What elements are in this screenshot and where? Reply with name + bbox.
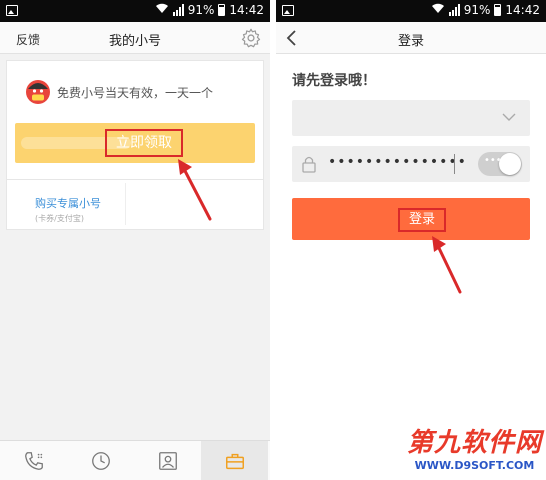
page-title: 登录 (397, 34, 424, 49)
battery-percent: 91% (187, 3, 215, 17)
show-password-toggle[interactable]: ••• (478, 152, 522, 176)
battery-icon (218, 4, 226, 16)
tab-toolbox[interactable] (201, 441, 268, 480)
image-icon (6, 5, 18, 16)
divider (125, 183, 126, 225)
tab-calls[interactable] (0, 441, 67, 480)
title-bar: 反馈 我的小号 (0, 22, 270, 54)
call-icon (24, 452, 43, 470)
password-mask: ••••••••••••••• (328, 154, 467, 170)
signal-icon (172, 4, 184, 16)
page-title: 我的小号 (108, 34, 161, 49)
mascot-avatar-icon (26, 80, 50, 104)
watermark-title: 第九软件网 (406, 428, 542, 458)
gear-icon[interactable] (240, 27, 262, 49)
chevron-down-icon (502, 113, 516, 121)
wifi-icon (431, 3, 445, 17)
status-bar: 91% 14:42 (0, 0, 270, 22)
my-numbers-screen: 91% 14:42 反馈 我的小号 免费小号当天有效，一天一个 立即领取 购买专… (0, 0, 270, 480)
battery-percent: 91% (463, 3, 491, 17)
toolbox-icon (225, 453, 244, 470)
lock-icon (302, 156, 316, 173)
clock-time: 14:42 (229, 3, 264, 17)
free-number-card: 免费小号当天有效，一天一个 立即领取 购买专属小号 (卡券/支付宝) (6, 60, 264, 230)
image-icon (282, 5, 294, 16)
battery-icon (494, 4, 502, 16)
toggle-knob (499, 153, 521, 175)
claim-button-label: 立即领取 (105, 129, 183, 157)
login-prompt-heading: 请先登录哦！ (292, 73, 376, 89)
password-field[interactable]: ••••••••••••••• ••• (292, 146, 530, 182)
signal-icon (448, 4, 460, 16)
buy-payment-hint: (卡券/支付宝) (35, 214, 84, 223)
text-cursor (454, 154, 455, 174)
contact-icon (158, 452, 177, 470)
tab-contacts[interactable] (134, 441, 201, 480)
login-button-label: 登录 (398, 208, 446, 232)
tab-history[interactable] (67, 441, 134, 480)
site-watermark: 第九软件网 WWW.D9SOFT.COM (407, 422, 542, 472)
divider (7, 179, 263, 180)
annotation-arrow (432, 236, 462, 294)
wifi-icon (155, 3, 169, 17)
clock-time: 14:42 (505, 3, 540, 17)
bottom-tab-bar (0, 440, 270, 480)
buy-exclusive-number-link[interactable]: 购买专属小号 (35, 195, 101, 211)
status-bar: 91% 14:42 (276, 0, 546, 22)
annotation-arrow (178, 159, 212, 221)
login-screen: 91% 14:42 登录 请先登录哦！ ••••••••••••••• ••• … (276, 0, 546, 480)
account-dropdown[interactable] (292, 100, 530, 136)
title-bar: 登录 (276, 22, 546, 54)
clock-icon (91, 452, 110, 470)
login-button[interactable]: 登录 (292, 198, 530, 240)
watermark-url: WWW.D9SOFT.COM (414, 459, 535, 472)
free-tip-text: 免费小号当天有效，一天一个 (57, 86, 214, 100)
